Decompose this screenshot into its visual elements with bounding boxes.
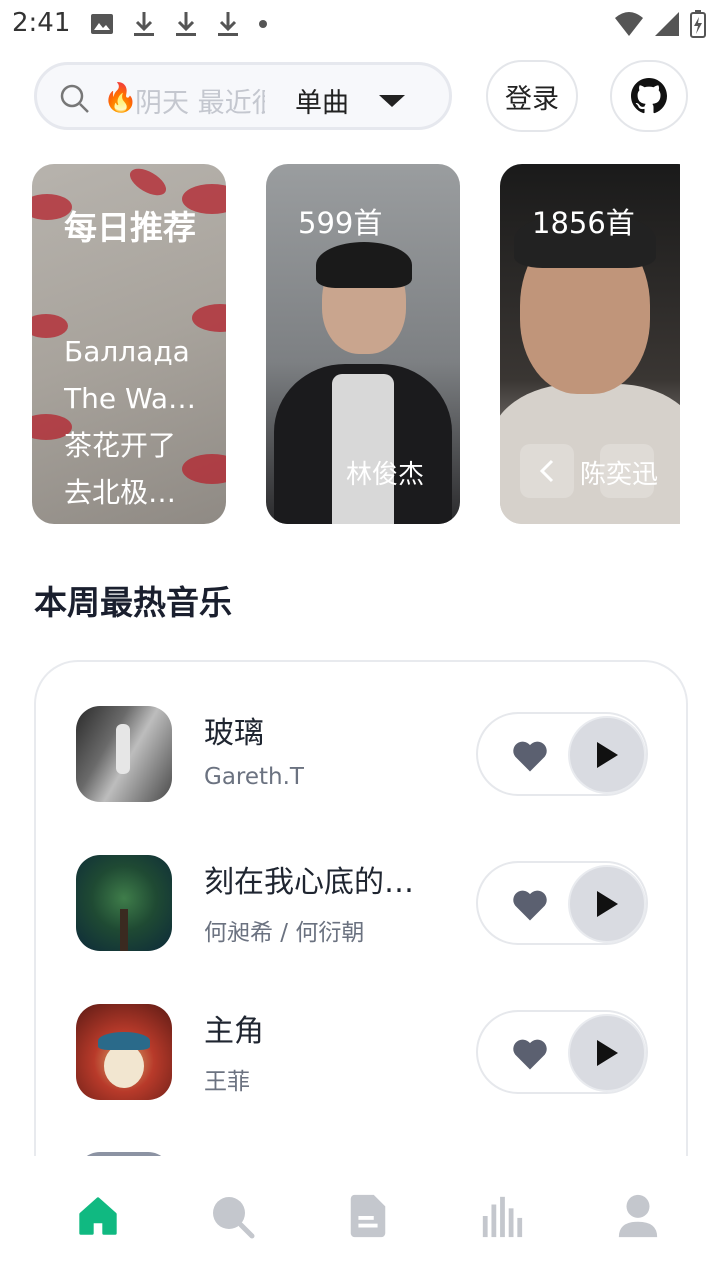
tab-home[interactable]	[68, 1186, 128, 1246]
tab-document[interactable]	[338, 1186, 398, 1246]
song-cover	[76, 1004, 172, 1100]
search-icon	[60, 84, 89, 113]
daily-recommend-title: 每日推荐	[64, 208, 196, 247]
github-icon	[631, 78, 667, 114]
daily-song-item: The Wa…	[64, 382, 197, 415]
play-button[interactable]	[568, 716, 646, 794]
image-icon	[91, 14, 113, 34]
heart-icon	[513, 890, 547, 921]
battery-charging-icon	[690, 10, 706, 38]
heart-icon	[513, 1039, 547, 1070]
login-button[interactable]: 登录	[486, 60, 578, 132]
song-row[interactable]: 玻璃 Gareth.T	[36, 706, 686, 826]
song-actions	[476, 1010, 648, 1094]
daily-song-item: 去北极…	[64, 476, 177, 509]
chart-bars-icon	[482, 1196, 523, 1238]
hot-song-list: 玻璃 Gareth.T 刻在我心底的… 何昶希 / 何衍朝 主角 王菲	[34, 660, 688, 1180]
song-row[interactable]: 主角 王菲	[36, 1004, 686, 1124]
play-button[interactable]	[568, 865, 646, 943]
carousel-prev-button[interactable]	[520, 444, 574, 498]
song-actions	[476, 712, 648, 796]
status-time: 2:41	[12, 8, 71, 38]
section-title: 本周最热音乐	[34, 583, 232, 622]
status-bar: 2:41	[0, 0, 720, 50]
artist-name: 林俊杰	[346, 460, 425, 490]
song-actions	[476, 861, 648, 945]
song-cover	[76, 706, 172, 802]
status-system	[614, 10, 706, 38]
like-button[interactable]	[498, 1030, 562, 1078]
daily-recommend-card[interactable]: 每日推荐 Баллада The Wa… 茶花开了 去北极…	[32, 164, 226, 524]
song-title: 玻璃	[204, 716, 264, 751]
search-icon	[213, 1197, 255, 1239]
song-artist: 王菲	[204, 1069, 250, 1095]
play-icon	[597, 1040, 618, 1066]
signal-icon	[655, 12, 679, 36]
song-artist: 何昶希 / 何衍朝	[204, 920, 365, 946]
search-type-select[interactable]: 单曲	[295, 81, 349, 120]
song-cover	[76, 855, 172, 951]
caret-down-icon[interactable]	[377, 93, 407, 109]
song-row[interactable]: 刻在我心底的… 何昶希 / 何衍朝	[36, 855, 686, 975]
artist-song-count: 599首	[298, 206, 383, 240]
daily-recommend-songs: Баллада The Wa… 茶花开了 去北极…	[64, 328, 224, 516]
carousel-next-button[interactable]	[600, 444, 654, 498]
recommend-carousel[interactable]: 每日推荐 Баллада The Wa… 茶花开了 去北极… 599首 林俊杰 …	[0, 164, 680, 524]
user-icon	[618, 1194, 658, 1238]
song-title: 刻在我心底的…	[204, 865, 414, 900]
song-title: 主角	[204, 1014, 264, 1049]
daily-song-item: 茶花开了	[64, 429, 177, 462]
download-icon	[176, 12, 196, 36]
tab-search[interactable]	[202, 1186, 262, 1246]
fire-icon: 🔥	[103, 81, 138, 114]
daily-song-item: Баллада	[64, 335, 190, 368]
chevron-left-icon	[539, 459, 554, 483]
play-button[interactable]	[568, 1014, 646, 1092]
artist-card[interactable]: 599首 林俊杰	[266, 164, 460, 524]
song-artist: Gareth.T	[204, 764, 304, 790]
like-button[interactable]	[498, 732, 562, 780]
play-icon	[597, 742, 618, 768]
artist-song-count: 1856首	[532, 206, 635, 240]
tab-charts[interactable]	[472, 1186, 532, 1246]
document-icon	[350, 1194, 386, 1238]
dot-icon	[259, 20, 267, 28]
play-icon	[597, 891, 618, 917]
search-bar[interactable]: 🔥 阴天 最近很 单曲	[34, 62, 452, 130]
status-notifications	[90, 10, 268, 38]
home-icon	[79, 1197, 117, 1235]
like-button[interactable]	[498, 881, 562, 929]
heart-icon	[513, 741, 547, 772]
tab-profile[interactable]	[608, 1186, 668, 1246]
download-icon	[134, 12, 154, 36]
bottom-tab-bar	[0, 1156, 720, 1280]
github-button[interactable]	[610, 60, 688, 132]
download-icon	[218, 12, 238, 36]
search-input[interactable]: 阴天 最近很	[135, 81, 265, 120]
wifi-icon	[615, 12, 643, 36]
